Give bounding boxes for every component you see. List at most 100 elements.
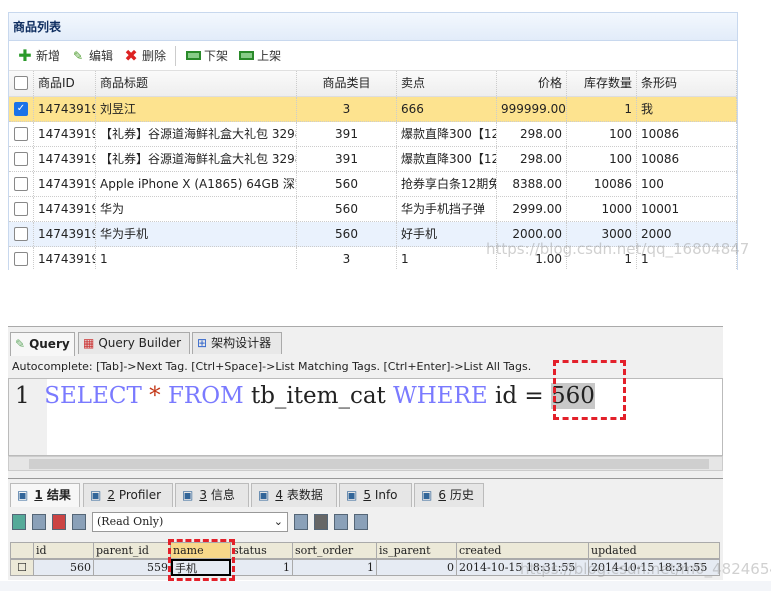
cell-price: 298.00 xyxy=(497,147,567,171)
sql-column: id xyxy=(495,383,518,409)
row-checkbox[interactable]: ✓ xyxy=(14,102,28,116)
grid-cell-sort_order[interactable]: 1 xyxy=(293,559,377,576)
delete-icon: ✖ xyxy=(124,45,138,65)
tab-result-5[interactable]: ▣ 5 Info xyxy=(339,483,412,507)
header-selling-point[interactable]: 卖点 xyxy=(397,71,497,96)
header-title[interactable]: 商品标题 xyxy=(96,71,297,96)
cancel-icon[interactable] xyxy=(354,514,368,530)
grid-header-is_parent[interactable]: is_parent xyxy=(377,542,457,559)
grid-header-created[interactable]: created xyxy=(457,542,589,559)
line-number: 1 xyxy=(15,383,30,409)
tab-label: Query Builder xyxy=(98,336,182,350)
tab-label: 结果 xyxy=(46,488,71,502)
grid-header-status[interactable]: status xyxy=(231,542,293,559)
tab-result-4[interactable]: ▣ 4 表数据 xyxy=(251,483,337,507)
row-checkbox[interactable] xyxy=(14,152,28,166)
cell-title: 华为 xyxy=(96,197,297,221)
header-stock[interactable]: 库存数量 xyxy=(567,71,637,96)
tab-query-builder[interactable]: ▦ Query Builder xyxy=(78,332,190,354)
add-button[interactable]: ✚ 新增 xyxy=(13,44,64,68)
table-row[interactable]: 14743919 【礼券】谷源道海鲜礼盒大礼包 3298 391 爆款直降300【12… xyxy=(9,147,737,172)
offshelf-button[interactable]: 下架 xyxy=(181,44,232,68)
refresh-icon[interactable] xyxy=(72,514,86,530)
divider xyxy=(175,45,177,66)
cell-title: 华为手机 xyxy=(96,222,297,246)
header-id[interactable]: 商品ID xyxy=(34,71,96,96)
select-all-cell xyxy=(9,71,34,96)
tab-query[interactable]: ✎ Query xyxy=(10,332,75,356)
tab-schema-designer[interactable]: ⊞ 架构设计器 xyxy=(192,332,282,354)
grid-header-id[interactable]: id xyxy=(34,542,94,559)
copy-row-icon[interactable] xyxy=(52,514,66,530)
row-checkbox-cell xyxy=(9,122,34,146)
grid-header-parent_id[interactable]: parent_id xyxy=(94,542,171,559)
row-checkbox[interactable] xyxy=(14,227,28,241)
mode-value: (Read Only) xyxy=(97,515,164,528)
autocomplete-hint: Autocomplete: [Tab]->Next Tag. [Ctrl+Spa… xyxy=(12,360,532,373)
chevron-down-icon: ⌄ xyxy=(273,515,283,528)
highlight-box xyxy=(553,360,626,420)
cell-title: Apple iPhone X (A1865) 64GB 深空 xyxy=(96,172,297,196)
cell-title: 1 xyxy=(96,247,297,270)
read-only-select[interactable]: (Read Only) ⌄ xyxy=(92,512,288,532)
page-footer xyxy=(0,581,771,591)
onshelf-button[interactable]: 上架 xyxy=(234,44,285,68)
row-checkbox[interactable] xyxy=(14,202,28,216)
tab-result-2[interactable]: ▣ 2 Profiler xyxy=(83,483,173,507)
table-row[interactable]: 14743919 华为 560 华为手机挡子弹 2999.00 1000 10001 xyxy=(9,197,737,222)
grid-header-sort_order[interactable]: sort_order xyxy=(293,542,377,559)
cell-price: 8388.00 xyxy=(497,172,567,196)
horizontal-scrollbar[interactable] xyxy=(8,456,723,471)
grid-cell-id[interactable]: 560 xyxy=(34,559,94,576)
highlight-box xyxy=(168,539,235,581)
delete-button[interactable]: ✖ 删除 xyxy=(119,44,170,68)
cell-num: 1000 xyxy=(567,197,637,221)
cell-id: 14743919 xyxy=(34,197,96,221)
info-icon: ▣ xyxy=(182,488,194,502)
toolbar: ✚ 新增 ✎ 编辑 ✖ 删除 下架 上架 xyxy=(9,41,737,71)
cell-cat: 3 xyxy=(297,247,397,270)
info-chart-icon: ▣ xyxy=(346,488,358,502)
grid-corner xyxy=(10,542,34,559)
table-row[interactable]: ✓ 14743919 刘昱江 3 666 999999.00 1 我 xyxy=(9,97,737,122)
cell-id: 14743919 xyxy=(34,172,96,196)
cell-id: 14743919 xyxy=(34,97,96,121)
grid-cell-is_parent[interactable]: 0 xyxy=(377,559,457,576)
cell-cat: 560 xyxy=(297,172,397,196)
row-checkbox-cell xyxy=(9,147,34,171)
header-barcode[interactable]: 条形码 xyxy=(637,71,737,96)
row-checkbox[interactable] xyxy=(14,177,28,191)
header-category[interactable]: 商品类目 xyxy=(297,71,397,96)
table-row[interactable]: 14743919 Apple iPhone X (A1865) 64GB 深空 56… xyxy=(9,172,737,197)
cell-point: 华为手机挡子弹 xyxy=(397,197,497,221)
tab-result-1[interactable]: ▣ 1 结果 xyxy=(10,483,80,507)
row-selector[interactable]: ☐ xyxy=(10,559,34,576)
delete-row-icon[interactable] xyxy=(334,514,348,530)
schema-designer-icon: ⊞ xyxy=(197,336,208,350)
product-list-panel: 商品列表 ✚ 新增 ✎ 编辑 ✖ 删除 下架 上架 商品ID 商品标题 商品类目 卖点… xyxy=(8,12,738,270)
cell-barcode: 100 xyxy=(637,172,737,196)
sql-text[interactable]: 1 SELECT * FROM tb_item_cat WHERE id = 5… xyxy=(15,383,595,409)
save-icon[interactable] xyxy=(314,514,328,530)
add-row-icon[interactable] xyxy=(32,514,46,530)
tab-result-3[interactable]: ▣ 3 信息 xyxy=(175,483,249,507)
grid-cell-parent_id[interactable]: 559 xyxy=(94,559,171,576)
row-checkbox[interactable] xyxy=(14,127,28,141)
header-price[interactable]: 价格 xyxy=(497,71,567,96)
tab-number: 5 xyxy=(363,488,371,502)
edit-button[interactable]: ✎ 编辑 xyxy=(66,44,117,68)
cell-id: 14743919 xyxy=(34,247,96,270)
select-all-checkbox[interactable] xyxy=(14,76,28,90)
export-icon[interactable] xyxy=(12,514,26,530)
tab-result-6[interactable]: ▣ 6 历史 xyxy=(414,483,484,507)
grid-cell-status[interactable]: 1 xyxy=(231,559,293,576)
scrollbar-thumb[interactable] xyxy=(29,459,709,469)
insert-icon[interactable] xyxy=(294,514,308,530)
result-icon: ▣ xyxy=(17,488,29,502)
row-checkbox[interactable] xyxy=(14,252,28,266)
panel-title: 商品列表 xyxy=(9,13,737,41)
tab-label: Profiler xyxy=(118,488,162,502)
grid-header-updated[interactable]: updated xyxy=(589,542,720,559)
table-row[interactable]: 14743919 【礼券】谷源道海鲜礼盒大礼包 3298 391 爆款直降300【12… xyxy=(9,122,737,147)
tab-number: 3 xyxy=(199,488,207,502)
